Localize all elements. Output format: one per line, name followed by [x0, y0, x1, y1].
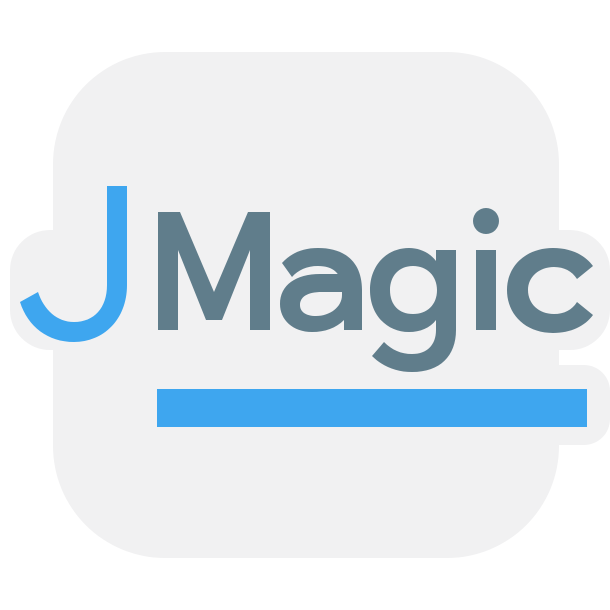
jmagic-logo	[10, 52, 610, 558]
logo-underline-bar	[157, 389, 587, 427]
